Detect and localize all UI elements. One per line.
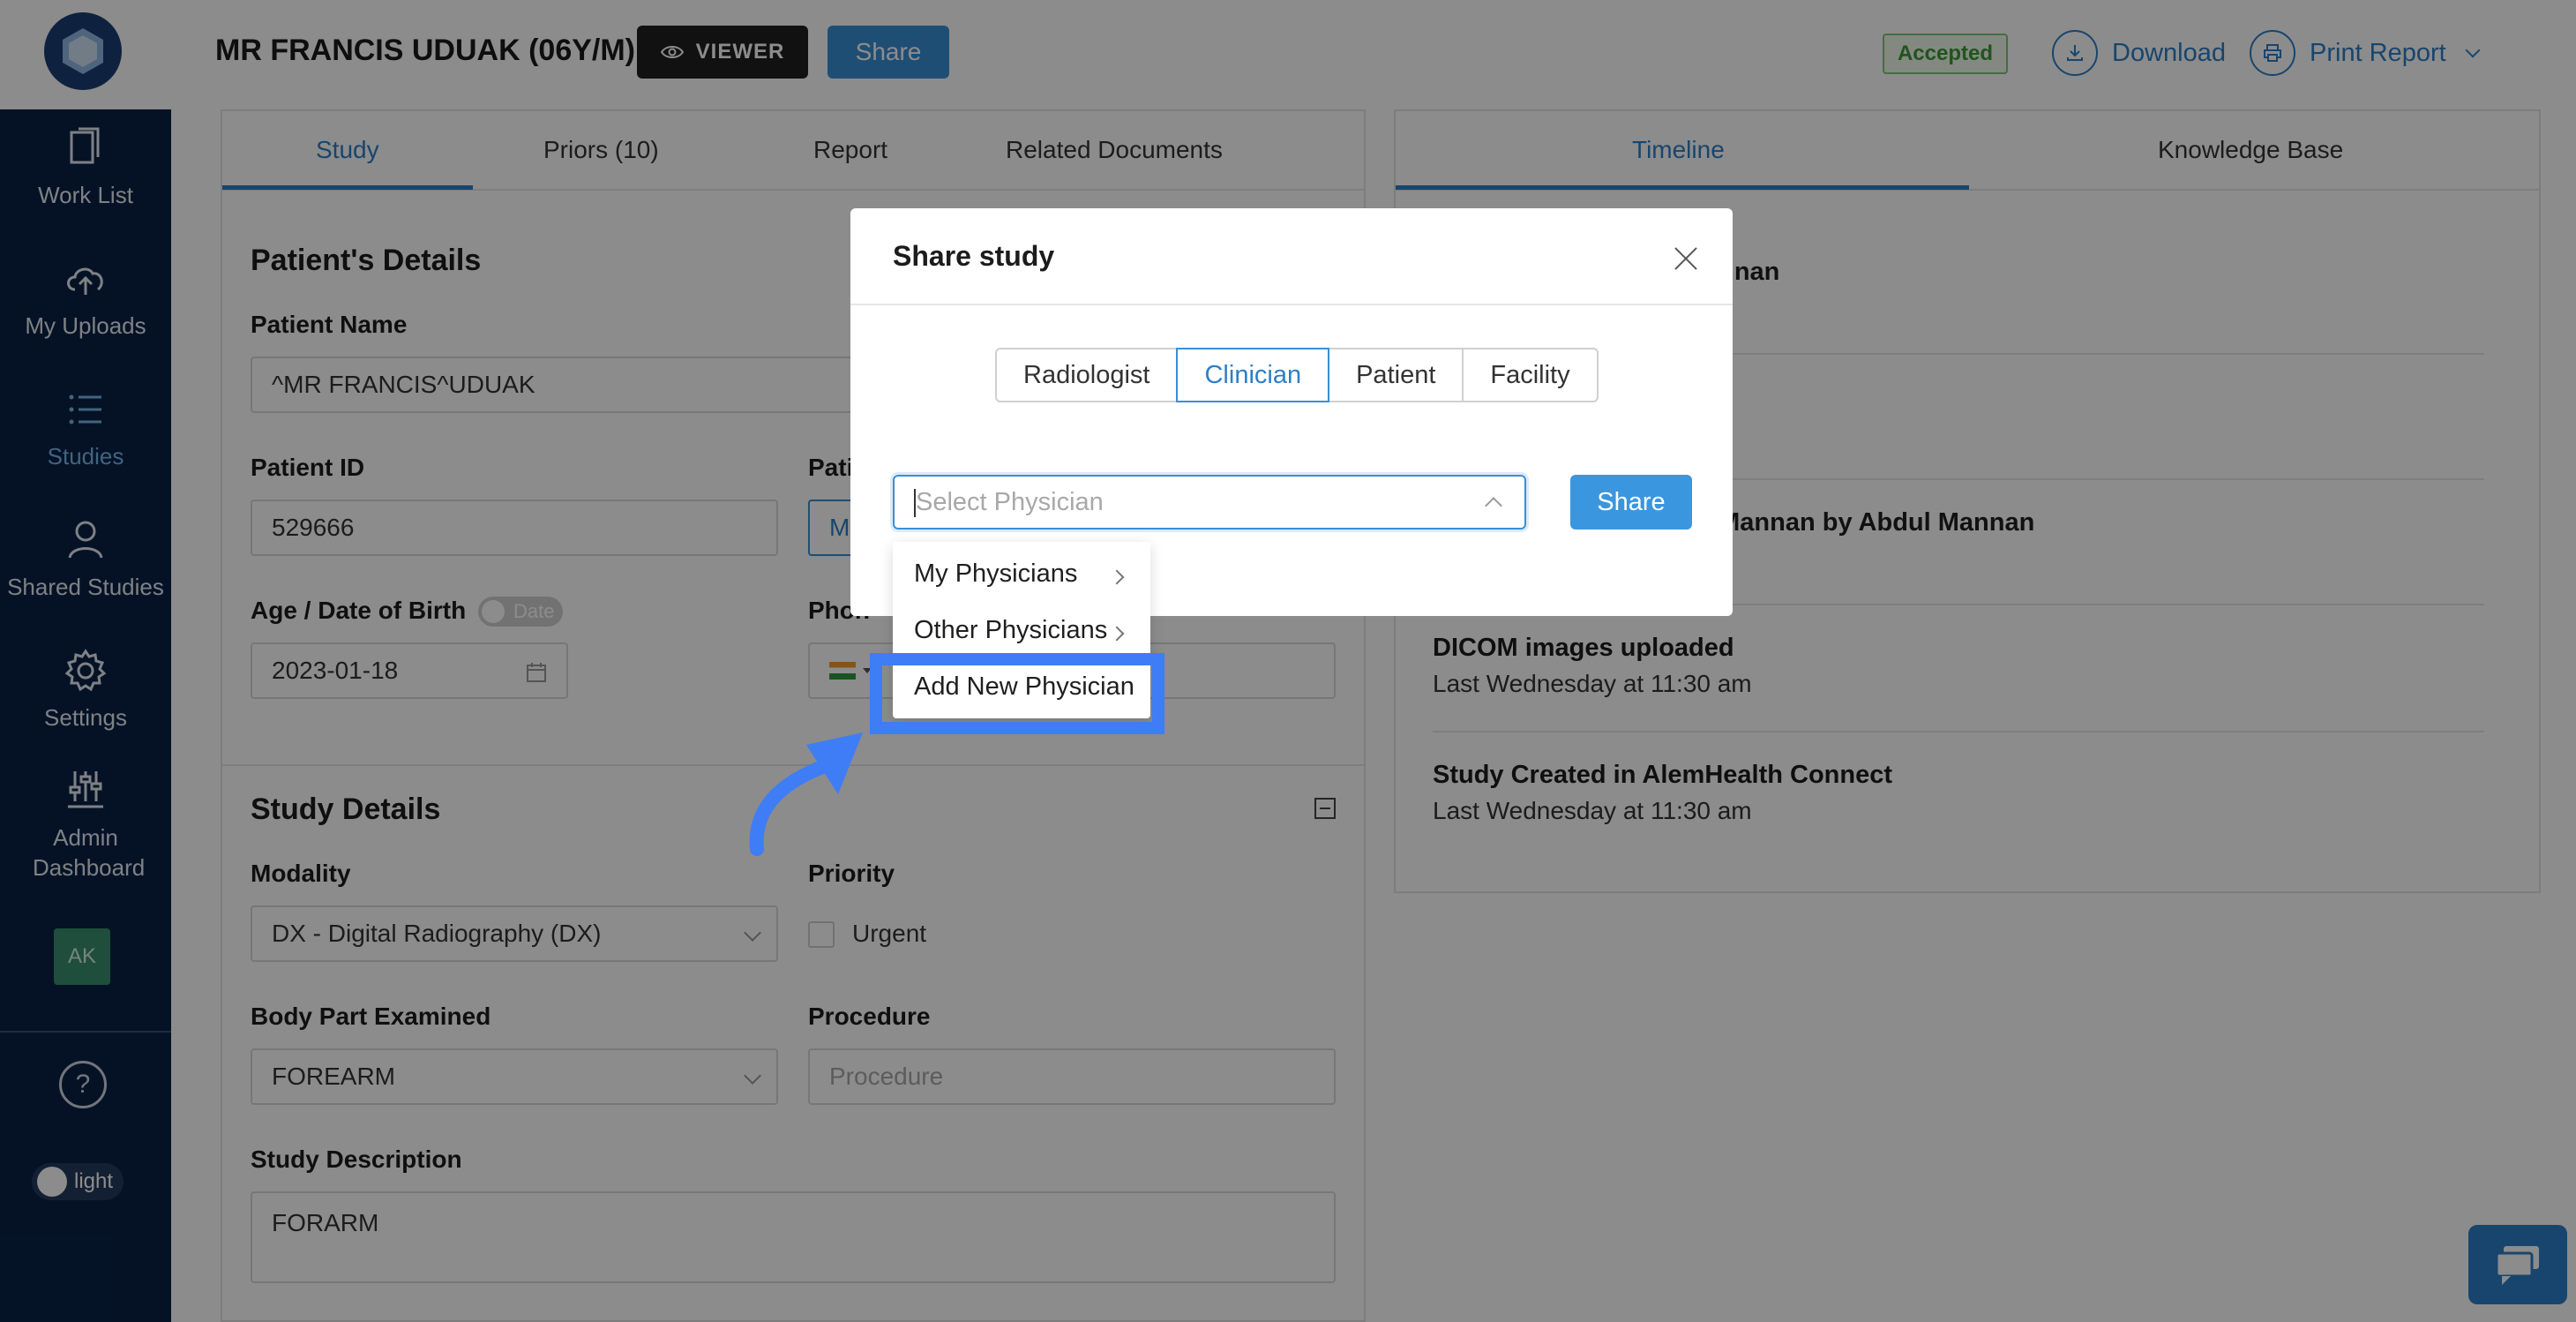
text-caret — [914, 489, 916, 517]
segment-radiologist[interactable]: Radiologist — [995, 348, 1179, 402]
modal-divider — [850, 304, 1733, 305]
chevron-right-icon — [1109, 569, 1125, 585]
modal-share-button[interactable]: Share — [1570, 475, 1692, 530]
segment-facility[interactable]: Facility — [1462, 348, 1599, 402]
share-target-segmented-control: Radiologist Clinician Patient Facility — [995, 348, 1599, 402]
modal-backdrop[interactable] — [0, 0, 2576, 1322]
segment-patient[interactable]: Patient — [1328, 348, 1464, 402]
pointer-arrow-icon — [749, 732, 863, 856]
dropdown-item-label: Other Physicians — [914, 616, 1108, 644]
select-physician-input[interactable]: Select Physician — [893, 475, 1526, 530]
close-icon[interactable] — [1671, 244, 1701, 274]
select-physician-placeholder: Select Physician — [916, 487, 1104, 516]
modal-title: Share study — [893, 240, 1055, 272]
chevron-right-icon — [1109, 626, 1125, 642]
dropdown-item-my-physicians[interactable]: My Physicians — [914, 560, 1077, 589]
chevron-up-icon — [1485, 497, 1502, 515]
dropdown-item-label: My Physicians — [914, 560, 1078, 588]
highlight-box — [870, 653, 1164, 734]
segment-clinician[interactable]: Clinician — [1176, 348, 1330, 402]
dropdown-item-other-physicians[interactable]: Other Physicians — [914, 616, 1107, 645]
